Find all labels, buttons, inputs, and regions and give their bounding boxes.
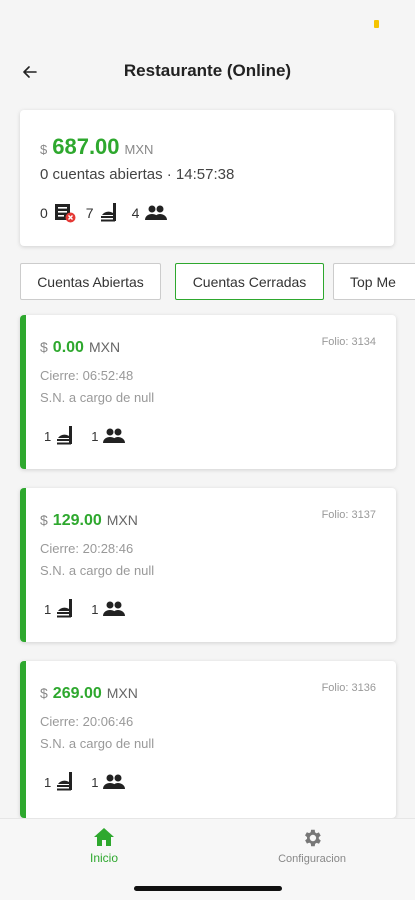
nav-home-label: Inicio	[89, 851, 118, 865]
tab-top-menu[interactable]: Top Me	[333, 263, 415, 300]
account-owner: S.N. a cargo de null	[40, 390, 155, 405]
bills-count: 0	[40, 205, 48, 221]
account-stats: 1 1	[44, 425, 126, 447]
currency-symbol: $	[40, 142, 48, 157]
currency-code: MXN	[88, 339, 121, 355]
dishes-count: 1	[44, 774, 52, 790]
people-count: 1	[91, 428, 99, 444]
home-icon	[93, 827, 115, 847]
summary-stats: 0 7 4	[40, 202, 168, 224]
people-icon	[102, 427, 126, 445]
account-amount-row: $ 0.00 MXN	[40, 339, 120, 357]
nav-settings[interactable]: Configuracion	[232, 827, 392, 865]
currency-code: MXN	[124, 142, 154, 157]
account-card[interactable]: $ 269.00 MXN Folio: 3136 Cierre: 20:06:4…	[20, 661, 396, 818]
account-card[interactable]: $ 129.00 MXN Folio: 3137 Cierre: 20:28:4…	[20, 488, 396, 642]
account-close-time: Cierre: 20:28:46	[40, 541, 134, 556]
people-count: 4	[131, 205, 140, 221]
dishes-count: 7	[85, 205, 94, 221]
account-close-time: Cierre: 20:06:46	[40, 714, 134, 729]
app-header: Restaurante (Online)	[0, 58, 415, 88]
room-service-icon	[55, 425, 79, 447]
account-amount: 129.00	[52, 512, 102, 529]
account-amount-row: $ 129.00 MXN	[40, 512, 138, 530]
account-amount: 269.00	[52, 685, 102, 702]
account-amount-row: $ 269.00 MXN	[40, 685, 138, 703]
summary-amount: 687.00	[52, 134, 120, 159]
nav-settings-label: Configuracion	[278, 853, 346, 865]
summary-card: $ 687.00 MXN 0 cuentas abiertas · 14:57:…	[20, 110, 394, 246]
account-card[interactable]: $ 0.00 MXN Folio: 3134 Cierre: 06:52:48 …	[20, 315, 396, 469]
account-owner: S.N. a cargo de null	[40, 563, 155, 578]
gear-icon	[301, 827, 323, 849]
account-close-time: Cierre: 06:52:48	[40, 368, 134, 383]
account-folio: Folio: 3137	[321, 509, 376, 521]
people-icon	[102, 600, 126, 618]
status-bar	[20, 488, 26, 642]
account-stats: 1 1	[44, 771, 126, 793]
tab-cuentas-abiertas[interactable]: Cuentas Abiertas	[20, 263, 161, 300]
status-indicator	[374, 20, 379, 28]
currency-symbol: $	[40, 512, 48, 528]
status-bar	[20, 661, 26, 818]
room-service-icon	[55, 771, 79, 793]
page-title: Restaurante (Online)	[123, 61, 292, 80]
nav-home[interactable]: Inicio	[24, 827, 184, 865]
people-count: 1	[91, 774, 99, 790]
summary-amount-row: $ 687.00 MXN	[40, 134, 153, 160]
account-stats: 1 1	[44, 598, 126, 620]
account-folio: Folio: 3134	[321, 336, 376, 348]
dishes-count: 1	[44, 601, 52, 617]
room-service-icon	[99, 202, 123, 224]
tabs-row: Cuentas Abiertas Cuentas Cerradas Top Me	[20, 263, 415, 301]
tab-cuentas-cerradas[interactable]: Cuentas Cerradas	[175, 263, 324, 300]
home-indicator	[134, 886, 282, 891]
account-owner: S.N. a cargo de null	[40, 736, 155, 751]
receipt-cancel-icon	[53, 202, 77, 224]
currency-symbol: $	[40, 685, 48, 701]
currency-code: MXN	[106, 685, 138, 701]
people-icon	[102, 773, 126, 791]
currency-code: MXN	[106, 512, 138, 528]
currency-symbol: $	[40, 339, 48, 355]
summary-subtitle: 0 cuentas abiertas · 14:57:38	[40, 166, 235, 183]
people-count: 1	[91, 601, 99, 617]
account-folio: Folio: 3136	[321, 682, 376, 694]
people-icon	[144, 204, 168, 222]
room-service-icon	[55, 598, 79, 620]
status-bar	[20, 315, 26, 469]
dishes-count: 1	[44, 428, 52, 444]
account-amount: 0.00	[52, 339, 84, 356]
